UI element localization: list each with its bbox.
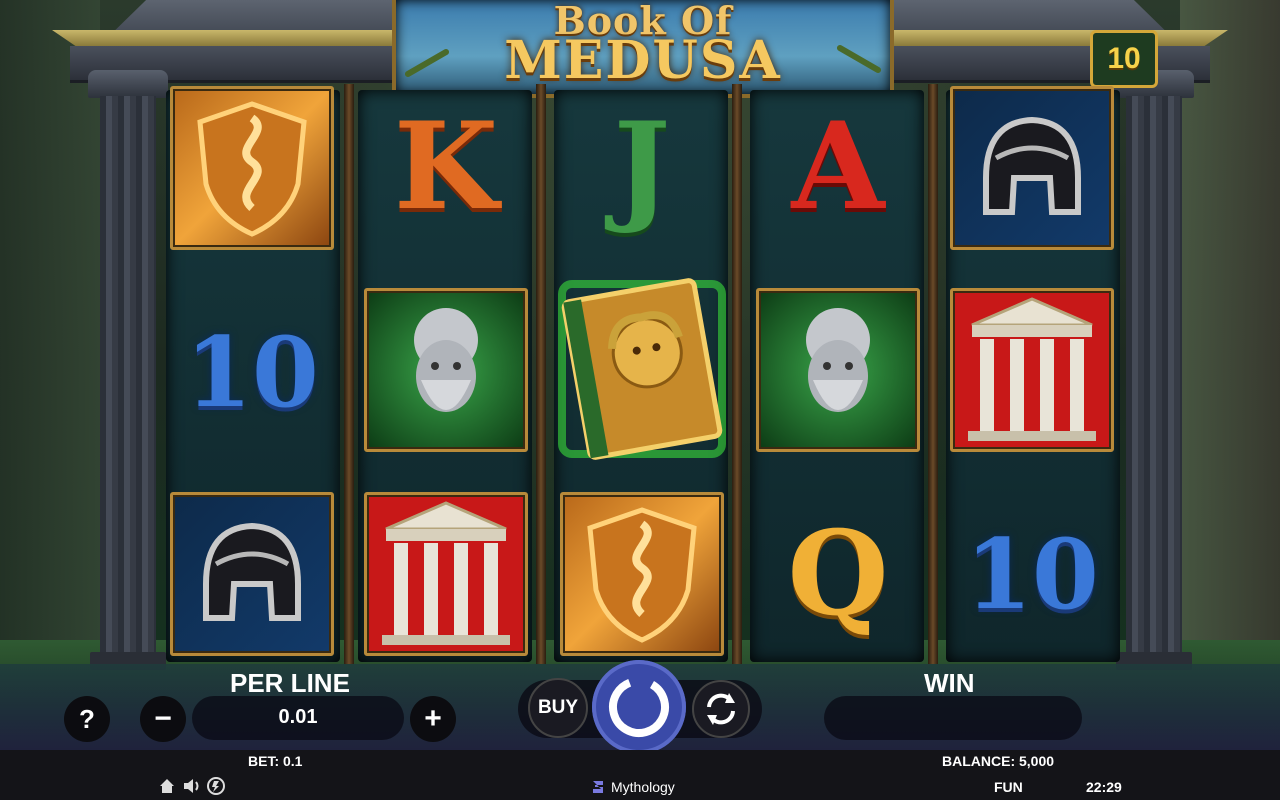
per-line-value: 0.01 — [278, 706, 318, 728]
book-icon — [558, 278, 726, 460]
bust-symbol — [364, 288, 528, 452]
shield-symbol — [560, 492, 724, 656]
reel-separator — [928, 84, 938, 664]
helmet-symbol — [170, 492, 334, 656]
shield-icon — [197, 101, 307, 237]
lines-count-badge: 10 — [1090, 30, 1158, 88]
logo-line-2: MEDUSA — [504, 30, 782, 91]
helmet-symbol — [950, 86, 1114, 250]
play-mode: FUN — [994, 779, 1023, 795]
bust-icon — [414, 308, 478, 412]
k-symbol: K — [364, 84, 528, 248]
decrease-bet-button[interactable]: − — [140, 696, 186, 742]
temple-symbol — [364, 492, 528, 656]
reel-separator — [536, 84, 546, 664]
bet-amount: BET: 0.1 — [248, 753, 303, 769]
a-symbol: A — [756, 84, 920, 248]
j-symbol: J — [560, 84, 724, 248]
reel-separator — [344, 84, 354, 664]
bust-symbol — [756, 288, 920, 452]
ten-symbol: 10 — [950, 492, 1114, 656]
q-symbol: Q — [756, 492, 920, 656]
left-pillar — [88, 70, 168, 670]
temple-icon — [382, 501, 510, 645]
autoplay-icon — [707, 693, 735, 725]
spin-icon — [609, 677, 669, 737]
win-display — [824, 696, 1082, 740]
per-line-label: PER LINE — [230, 668, 350, 698]
shield-icon — [587, 507, 697, 643]
temple-icon — [968, 297, 1096, 441]
autoplay-button[interactable] — [692, 680, 750, 738]
sound-icon[interactable] — [182, 777, 202, 795]
win-label: WIN — [924, 668, 975, 698]
balance-amount: BALANCE: 5,000 — [942, 753, 1055, 769]
q-glyph: Q — [787, 506, 889, 642]
spin-button[interactable] — [592, 660, 686, 754]
helmet-icon — [203, 522, 301, 621]
right-ruins — [1180, 0, 1280, 670]
theme-name: Mythology — [611, 779, 675, 795]
buy-bonus-button[interactable]: BUY — [528, 678, 588, 738]
right-pillar — [1114, 70, 1194, 670]
helmet-icon — [983, 116, 1081, 215]
j-glyph: J — [613, 95, 671, 237]
a-glyph: A — [791, 95, 885, 237]
turbo-icon[interactable] — [206, 777, 226, 795]
ten-label: 10 — [965, 517, 1099, 631]
reel-grid: 10 K J A Q 10 — [162, 84, 1122, 664]
brand-logo-icon — [591, 779, 605, 795]
ten-symbol: 10 — [170, 290, 334, 454]
shield-symbol — [170, 86, 334, 250]
help-button[interactable]: ? — [64, 696, 110, 742]
increase-bet-button[interactable]: + — [410, 696, 456, 742]
k-glyph: K — [393, 95, 499, 237]
temple-symbol — [950, 288, 1114, 452]
home-icon[interactable] — [158, 777, 176, 795]
book-of-medusa-symbol — [550, 274, 734, 464]
ten-label: 10 — [185, 315, 319, 429]
bust-icon — [806, 308, 870, 412]
left-ruins — [0, 0, 100, 670]
clock: 22:29 — [1086, 779, 1122, 795]
